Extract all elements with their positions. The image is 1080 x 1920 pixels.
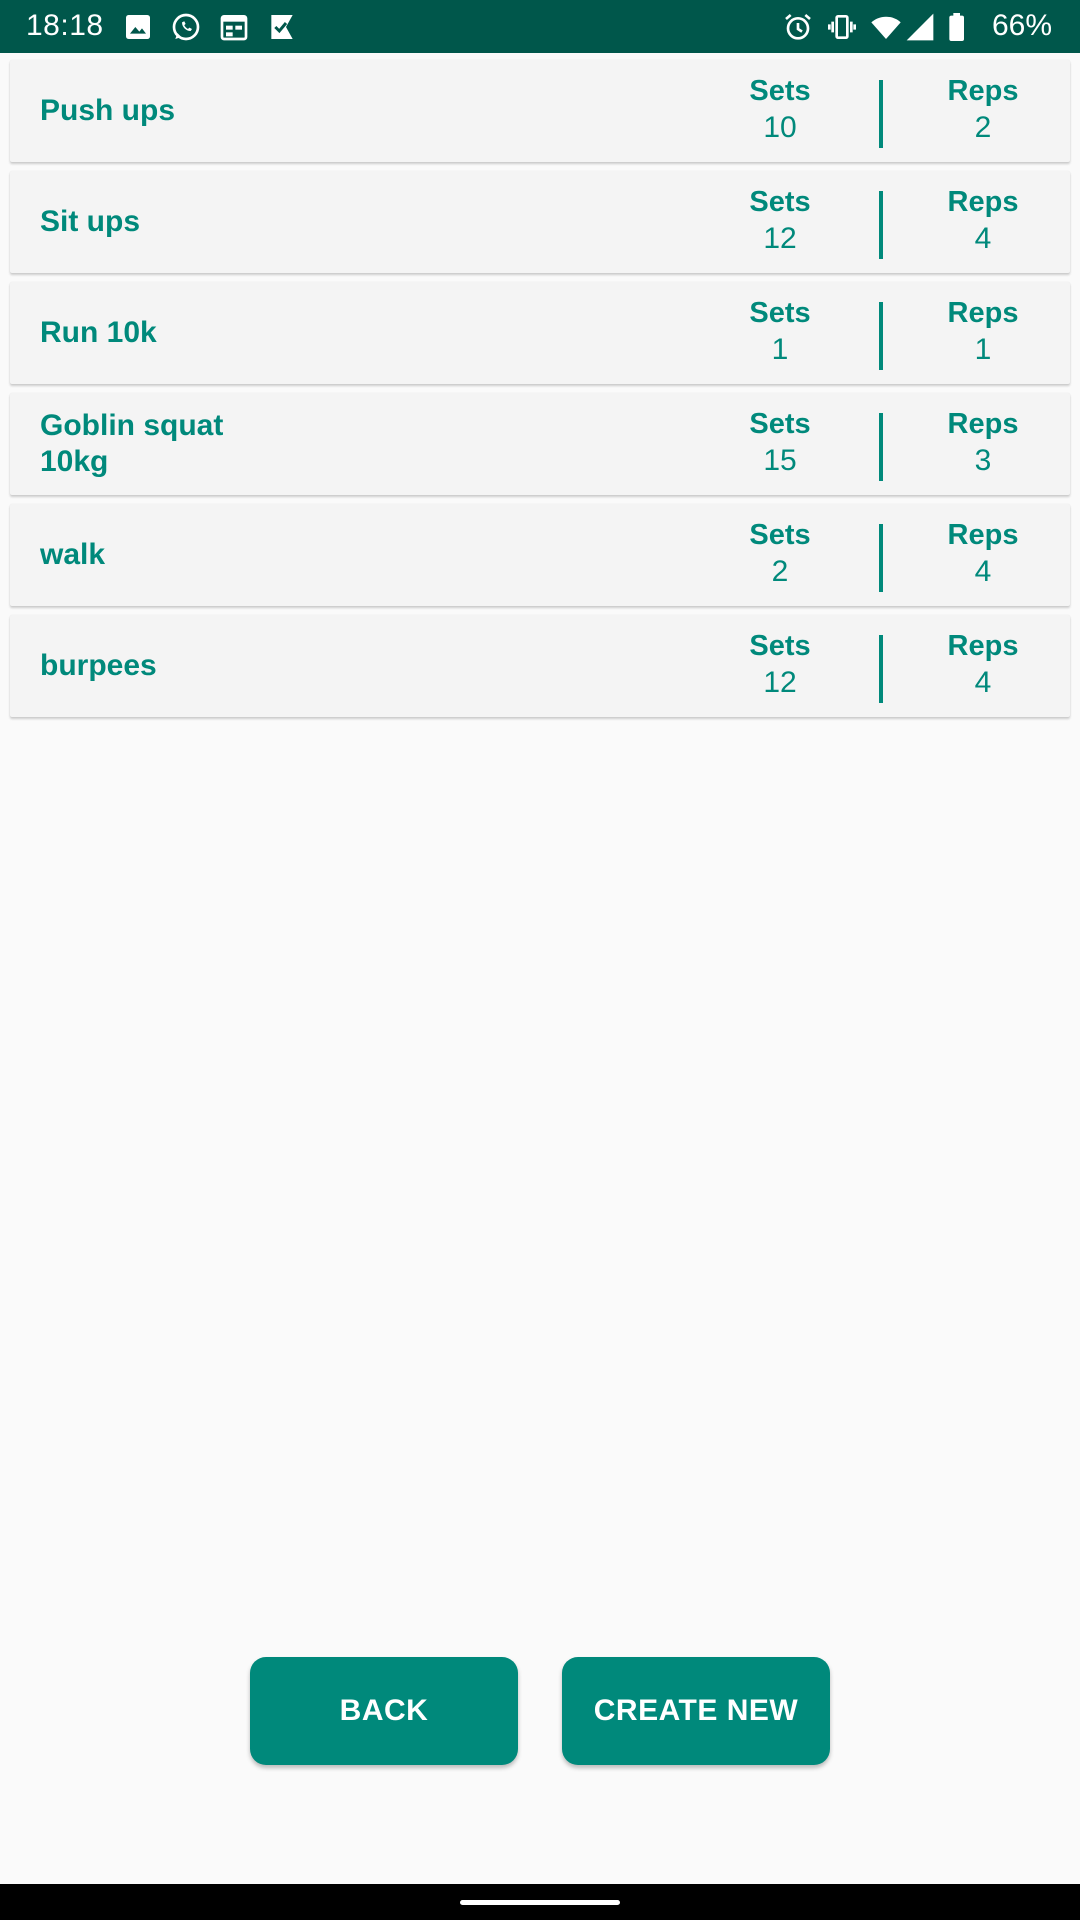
column-divider [879, 191, 883, 259]
whatsapp-icon [172, 13, 200, 41]
reps-value: 4 [974, 666, 992, 699]
tasks-icon [271, 15, 293, 39]
status-bar: 18:18 66% [0, 0, 1080, 53]
alarm-icon [785, 13, 811, 40]
sets-column: Sets 12 [710, 185, 850, 259]
vibrate-icon [828, 15, 856, 39]
exercise-card[interactable]: Run 10k Sets 1 Reps 1 [10, 282, 1070, 384]
exercise-card[interactable]: Goblin squat 10kg Sets 15 Reps 3 [10, 393, 1070, 495]
exercise-name: Goblin squat 10kg [40, 409, 224, 478]
column-divider [879, 635, 883, 703]
sets-label: Sets [749, 186, 811, 218]
reps-label: Reps [947, 630, 1019, 662]
sets-column: Sets 2 [710, 518, 850, 592]
gallery-icon [126, 15, 150, 39]
exercise-name: walk [40, 538, 106, 571]
exercise-name: Push ups [40, 94, 176, 127]
reps-label: Reps [947, 519, 1019, 551]
exercise-card[interactable]: Sit ups Sets 12 Reps 4 [10, 171, 1070, 273]
exercise-name: Run 10k [40, 316, 157, 349]
sets-value: 15 [763, 444, 797, 477]
column-divider [879, 80, 883, 148]
reps-column: Reps 2 [913, 74, 1053, 148]
reps-column: Reps 3 [913, 407, 1053, 481]
home-gesture-handle[interactable] [460, 1900, 620, 1905]
battery-icon [949, 13, 964, 41]
sets-column: Sets 12 [710, 629, 850, 703]
reps-column: Reps 4 [913, 518, 1053, 592]
reps-column: Reps 1 [913, 296, 1053, 370]
back-button[interactable]: BACK [250, 1657, 518, 1765]
sets-label: Sets [749, 630, 811, 662]
signal-icon [906, 13, 934, 41]
column-divider [879, 524, 883, 592]
sets-label: Sets [749, 408, 811, 440]
exercise-card[interactable]: burpees Sets 12 Reps 4 [10, 615, 1070, 717]
battery-percentage: 66% [991, 9, 1052, 42]
sets-label: Sets [749, 297, 811, 329]
reps-value: 1 [974, 333, 992, 366]
reps-column: Reps 4 [913, 185, 1053, 259]
status-time: 18:18 [26, 9, 104, 42]
sets-value: 10 [763, 111, 797, 144]
sets-column: Sets 10 [710, 74, 850, 148]
exercise-card[interactable]: Push ups Sets 10 Reps 2 [10, 60, 1070, 162]
sets-column: Sets 15 [710, 407, 850, 481]
exercise-card[interactable]: walk Sets 2 Reps 4 [10, 504, 1070, 606]
reps-label: Reps [947, 297, 1019, 329]
reps-label: Reps [947, 408, 1019, 440]
sets-label: Sets [749, 519, 811, 551]
reps-value: 2 [974, 111, 992, 144]
calendar-icon [220, 14, 248, 41]
sets-value: 12 [763, 222, 797, 255]
reps-label: Reps [947, 186, 1019, 218]
sets-value: 12 [763, 666, 797, 699]
wifi-icon [871, 16, 901, 39]
navigation-bar [0, 1884, 1080, 1920]
reps-value: 4 [974, 222, 992, 255]
reps-value: 4 [974, 555, 992, 588]
reps-label: Reps [947, 75, 1019, 107]
sets-label: Sets [749, 75, 811, 107]
column-divider [879, 413, 883, 481]
sets-value: 1 [771, 333, 789, 366]
exercise-name: burpees [40, 649, 157, 682]
reps-column: Reps 4 [913, 629, 1053, 703]
sets-value: 2 [771, 555, 789, 588]
create-new-button[interactable]: CREATE NEW [562, 1657, 830, 1765]
column-divider [879, 302, 883, 370]
exercise-name: Sit ups [40, 205, 141, 238]
reps-value: 3 [974, 444, 992, 477]
sets-column: Sets 1 [710, 296, 850, 370]
